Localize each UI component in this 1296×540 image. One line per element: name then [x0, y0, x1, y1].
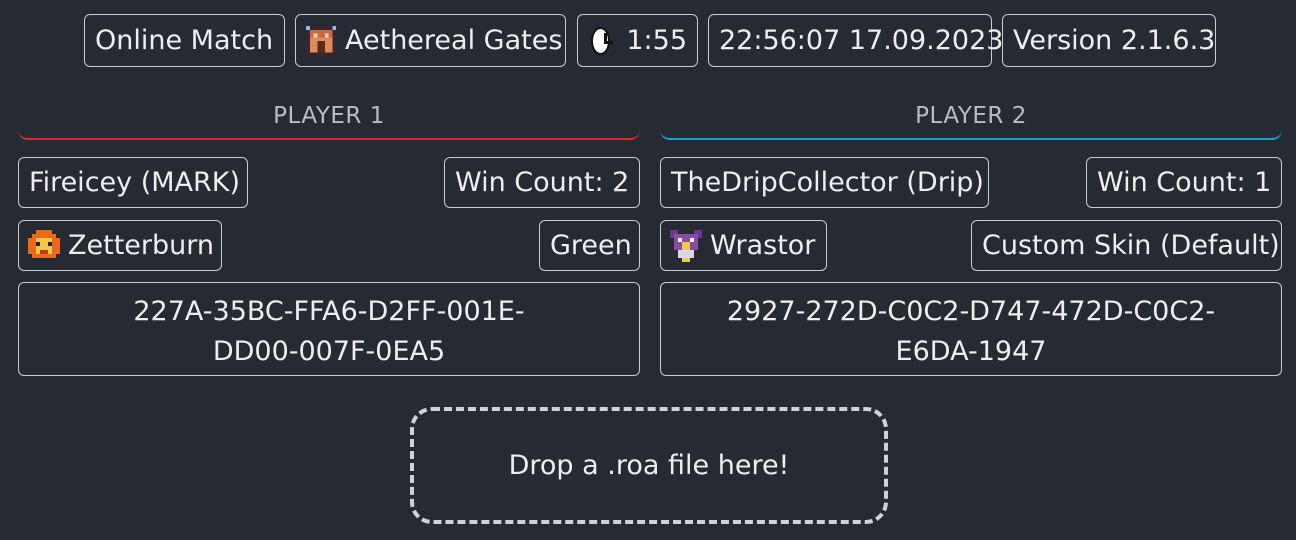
player1-code-line1: 227A-35BC-FFA6-D2FF-001E-: [133, 296, 525, 327]
player2-win-count-label: Win Count: 1: [1097, 167, 1272, 198]
version: Version 2.1.6.3: [1013, 25, 1216, 56]
player2-skin: Custom Skin (Default): [971, 220, 1282, 271]
player2-name-label: TheDripCollector (Drip): [671, 167, 984, 198]
match-duration: 1:55: [626, 25, 687, 56]
player2-character: Wrastor: [660, 220, 827, 271]
match-type-badge: Online Match: [84, 14, 285, 67]
clock-icon: [591, 26, 614, 55]
dropzone-label: Drop a .roa file here!: [508, 450, 790, 481]
stage-badge: Aethereal Gates: [295, 14, 566, 67]
version-badge: Version 2.1.6.3: [1002, 14, 1216, 67]
player2-skin-label: Custom Skin (Default): [982, 230, 1280, 261]
player2-header: PLAYER 2: [660, 100, 1282, 140]
stage-thumbnail-icon: [306, 25, 336, 56]
player2-character-name: Wrastor: [710, 230, 816, 261]
player2-code-line2: E6DA-1947: [895, 336, 1047, 367]
player2-win-count: Win Count: 1: [1086, 157, 1282, 208]
wrastor-icon: [670, 229, 702, 262]
player1-name-label: Fireicey (MARK): [29, 167, 241, 198]
player1-name: Fireicey (MARK): [18, 157, 248, 208]
player1-header: PLAYER 1: [18, 100, 640, 140]
timestamp-badge: 22:56:07 17.09.2023: [708, 14, 1003, 67]
player1-win-count: Win Count: 2: [444, 157, 640, 208]
zetterburn-icon: [28, 229, 60, 258]
player1-character-name: Zetterburn: [68, 230, 214, 261]
player1-code-line2: DD00-007F-0EA5: [212, 336, 446, 367]
player1-win-count-label: Win Count: 2: [455, 167, 630, 198]
player1-code: 227A-35BC-FFA6-D2FF-001E- DD00-007F-0EA5: [18, 282, 640, 376]
player2-code-line1: 2927-272D-C0C2-D747-472D-C0C2-: [726, 296, 1216, 327]
player2-code: 2927-272D-C0C2-D747-472D-C0C2- E6DA-1947: [660, 282, 1282, 376]
player1-skin: Green: [539, 220, 640, 271]
stage-name: Aethereal Gates: [345, 25, 563, 56]
replay-file-dropzone[interactable]: Drop a .roa file here!: [410, 407, 888, 524]
player1-skin-label: Green: [550, 230, 632, 261]
match-duration-badge: 1:55: [577, 14, 698, 67]
timestamp: 22:56:07 17.09.2023: [719, 25, 1004, 56]
match-type-label: Online Match: [95, 25, 274, 56]
player1-character: Zetterburn: [18, 220, 222, 271]
player2-name: TheDripCollector (Drip): [660, 157, 989, 208]
